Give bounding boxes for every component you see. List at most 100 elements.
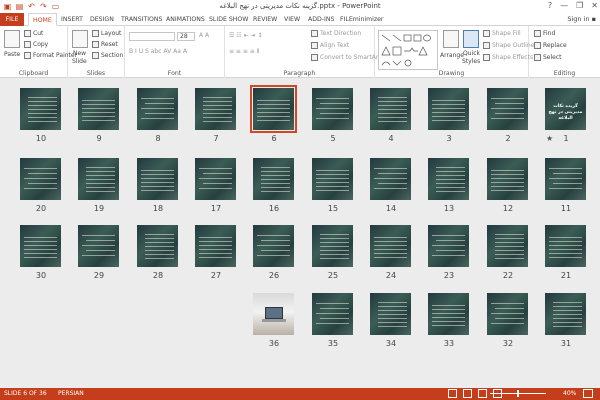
slide-thumbnail[interactable] — [253, 158, 294, 200]
slide-thumbnail[interactable] — [487, 225, 528, 267]
cut-button[interactable]: Cut — [24, 30, 43, 37]
slide-thumbnail[interactable] — [370, 225, 411, 267]
zoom-slider-handle[interactable] — [517, 390, 520, 397]
slide-thumbnail[interactable] — [137, 225, 178, 267]
language-indicator[interactable]: PERSIAN — [58, 390, 84, 397]
paste-icon[interactable] — [4, 30, 20, 48]
slide-thumbnail[interactable] — [428, 158, 469, 200]
tab-transitions[interactable]: TRANSITIONS — [117, 13, 166, 26]
shapes-gallery[interactable] — [378, 30, 438, 70]
text-direction-button[interactable]: Text Direction — [311, 30, 361, 37]
normal-view-icon[interactable] — [448, 389, 457, 398]
slide-thumbnail[interactable] — [370, 88, 411, 130]
slide-thumbnail[interactable] — [78, 88, 119, 130]
slide-thumbnail[interactable] — [312, 293, 353, 335]
close-button[interactable]: ✕ — [591, 1, 598, 10]
quick-styles-icon[interactable] — [463, 30, 479, 48]
slide-thumbnail[interactable] — [20, 88, 61, 130]
slide-sorter-view-icon[interactable] — [463, 389, 472, 398]
slide-text-line — [320, 258, 349, 259]
font-size-input[interactable]: 28 — [177, 32, 195, 41]
tab-file[interactable]: FILE — [0, 13, 24, 26]
slide-thumbnail[interactable] — [195, 225, 236, 267]
grow-font-icon[interactable]: A A — [199, 32, 209, 39]
zoom-level[interactable]: 40% — [563, 390, 576, 397]
slide-thumbnail[interactable] — [195, 158, 236, 200]
tab-home[interactable]: HOME — [28, 13, 57, 26]
slide-thumbnail[interactable] — [428, 293, 469, 335]
tab-design[interactable]: DESIGN — [86, 13, 118, 26]
slide-thumbnail[interactable] — [428, 225, 469, 267]
slide-text-line — [491, 170, 524, 171]
slide-thumbnail[interactable] — [137, 158, 178, 200]
shape-fill-button[interactable]: Shape Fill — [483, 30, 521, 37]
font-format-buttons[interactable]: B I U S abc AV Aa A — [129, 48, 187, 55]
slide-text-line — [316, 182, 349, 183]
slide-thumbnail[interactable] — [487, 88, 528, 130]
slide-thumbnail[interactable] — [487, 158, 528, 200]
font-name-input[interactable] — [129, 32, 175, 41]
slide-text-line — [491, 108, 524, 109]
list-buttons[interactable]: ☰ ☷ ⇤ ⇥ ↕ — [229, 32, 262, 39]
reset-button[interactable]: Reset — [92, 41, 118, 48]
select-button[interactable]: Select — [534, 54, 562, 61]
reading-view-icon[interactable] — [478, 389, 487, 398]
tab-insert[interactable]: INSERT — [57, 13, 87, 26]
find-button[interactable]: Find — [534, 30, 555, 37]
slide-thumbnail[interactable] — [195, 88, 236, 130]
tab-add-ins[interactable]: ADD-INS — [304, 13, 338, 26]
paste-button[interactable]: Paste — [4, 51, 20, 58]
minimize-button[interactable]: — — [560, 1, 568, 10]
new-slide-icon[interactable] — [72, 30, 88, 48]
new-slide-button[interactable]: New — [73, 50, 86, 57]
slide-thumbnail[interactable] — [137, 88, 178, 130]
tab-animations[interactable]: ANIMATIONS — [162, 13, 209, 26]
convert-smartart-button[interactable]: Convert to SmartArt — [311, 54, 381, 61]
arrange-icon[interactable] — [443, 30, 459, 48]
tab-view[interactable]: VIEW — [280, 13, 304, 26]
slide-thumbnail[interactable] — [78, 158, 119, 200]
slide-thumbnail[interactable] — [312, 88, 353, 130]
slide-thumbnail[interactable] — [312, 225, 353, 267]
transition-star-icon[interactable]: ★ — [546, 134, 553, 143]
tab-review[interactable]: REVIEW — [249, 13, 281, 26]
slide-thumbnail[interactable] — [545, 225, 586, 267]
quick-styles-button[interactable]: Quick — [463, 50, 480, 57]
slide-thumbnail[interactable] — [250, 85, 297, 133]
slide-text-line — [28, 117, 57, 118]
slide-thumbnail[interactable]: گزیده نکات مدیریتی در نهج البلاغه — [545, 88, 586, 130]
slide-thumbnail[interactable] — [487, 293, 528, 335]
slide-thumbnail[interactable] — [545, 293, 586, 335]
align-text-button[interactable]: Align Text — [311, 42, 349, 49]
slide-number: 22 — [502, 271, 514, 280]
help-button[interactable]: ? — [548, 1, 552, 10]
slide-thumbnail[interactable] — [78, 225, 119, 267]
fit-to-window-icon[interactable] — [583, 389, 593, 398]
tab-slide-show[interactable]: SLIDE SHOW — [205, 13, 252, 26]
slide-thumbnail[interactable] — [545, 158, 586, 200]
slide-thumbnail[interactable] — [253, 293, 294, 335]
slide-thumbnail[interactable] — [20, 158, 61, 200]
slide-thumbnail[interactable] — [370, 293, 411, 335]
slide-thumbnail[interactable] — [370, 158, 411, 200]
slide-text-line — [316, 323, 349, 324]
slide-text-line — [145, 246, 174, 247]
shape-outline-button[interactable]: Shape Outline — [483, 42, 534, 49]
section-button[interactable]: Section — [92, 52, 123, 59]
slide-text-line — [141, 178, 174, 179]
slide-text-line — [495, 238, 524, 239]
arrange-button[interactable]: Arrange — [440, 52, 464, 59]
slide-thumbnail[interactable] — [253, 225, 294, 267]
slide-text-line — [436, 250, 465, 251]
tab-fileminimizer[interactable]: FILEminimizer — [336, 13, 387, 26]
slide-thumbnail[interactable] — [312, 158, 353, 200]
restore-button[interactable]: ❐ — [576, 1, 583, 10]
sign-in-link[interactable]: Sign in ▪ — [567, 15, 596, 23]
replace-button[interactable]: Replace — [534, 42, 567, 49]
shape-effects-button[interactable]: Shape Effects — [483, 54, 533, 61]
copy-button[interactable]: Copy — [24, 41, 48, 48]
slide-thumbnail[interactable] — [20, 225, 61, 267]
slide-thumbnail[interactable] — [428, 88, 469, 130]
layout-button[interactable]: Layout — [92, 30, 121, 37]
align-buttons[interactable]: ≡ ≡ ≡ ≡ ⫴ — [229, 48, 259, 56]
